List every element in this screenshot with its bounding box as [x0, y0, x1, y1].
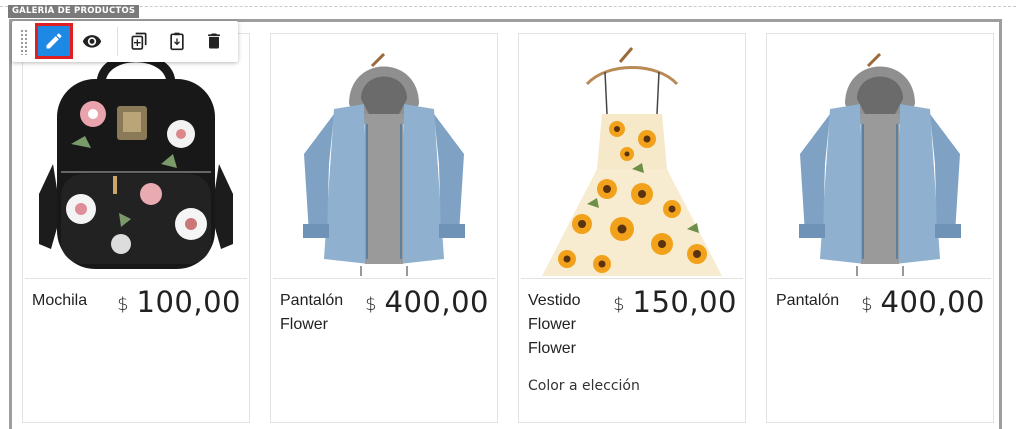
product-card[interactable]: Pantalón $400,00: [766, 33, 994, 423]
product-name: Vestido Flower Flower: [528, 292, 581, 357]
section-label: GALERÍA DE PRODUCTOS: [8, 5, 140, 18]
product-card[interactable]: Vestido Flower Flower $150,00 Color a el…: [518, 33, 746, 423]
product-image-sunflower-dress[interactable]: [527, 44, 737, 276]
product-image-backpack[interactable]: [31, 44, 241, 276]
block-toolbar: [12, 21, 238, 62]
toolbar-divider: [117, 27, 118, 56]
product-price: $400,00: [861, 285, 985, 319]
currency-symbol: $: [861, 294, 873, 315]
product-price: $150,00: [613, 285, 737, 319]
product-price: $400,00: [365, 285, 489, 319]
price-amount: 400,00: [384, 285, 489, 319]
price-amount: 150,00: [632, 285, 737, 319]
currency-symbol: $: [613, 294, 625, 315]
clipboard-icon: [170, 32, 184, 51]
duplicate-button[interactable]: [123, 25, 155, 57]
drag-handle-icon[interactable]: [20, 29, 28, 55]
price-amount: 100,00: [136, 285, 241, 319]
duplicate-icon: [131, 32, 147, 50]
product-name: Mochila: [32, 292, 88, 309]
card-divider: [273, 278, 495, 279]
product-description: Color a elección: [528, 378, 640, 394]
card-divider: [25, 278, 247, 279]
preview-button[interactable]: [76, 25, 108, 57]
card-divider: [521, 278, 743, 279]
section-dashed-border: [0, 6, 1016, 7]
currency-symbol: $: [117, 294, 129, 315]
product-price: $100,00: [117, 285, 241, 319]
card-divider: [769, 278, 991, 279]
delete-button[interactable]: [198, 25, 230, 57]
edit-button[interactable]: [35, 23, 73, 59]
trash-icon: [208, 33, 220, 49]
product-card[interactable]: Pantalón Flower $400,00: [270, 33, 498, 423]
product-card[interactable]: Mochila $100,00: [22, 33, 250, 423]
product-name: Pantalón Flower: [280, 292, 344, 333]
product-name: Pantalón: [776, 292, 840, 309]
price-amount: 400,00: [880, 285, 985, 319]
product-image-denim-jacket[interactable]: [279, 44, 489, 276]
currency-symbol: $: [365, 294, 377, 315]
pencil-icon: [46, 33, 62, 49]
eye-icon: [82, 35, 102, 48]
product-image-denim-jacket[interactable]: [775, 44, 985, 276]
paste-button[interactable]: [161, 25, 193, 57]
